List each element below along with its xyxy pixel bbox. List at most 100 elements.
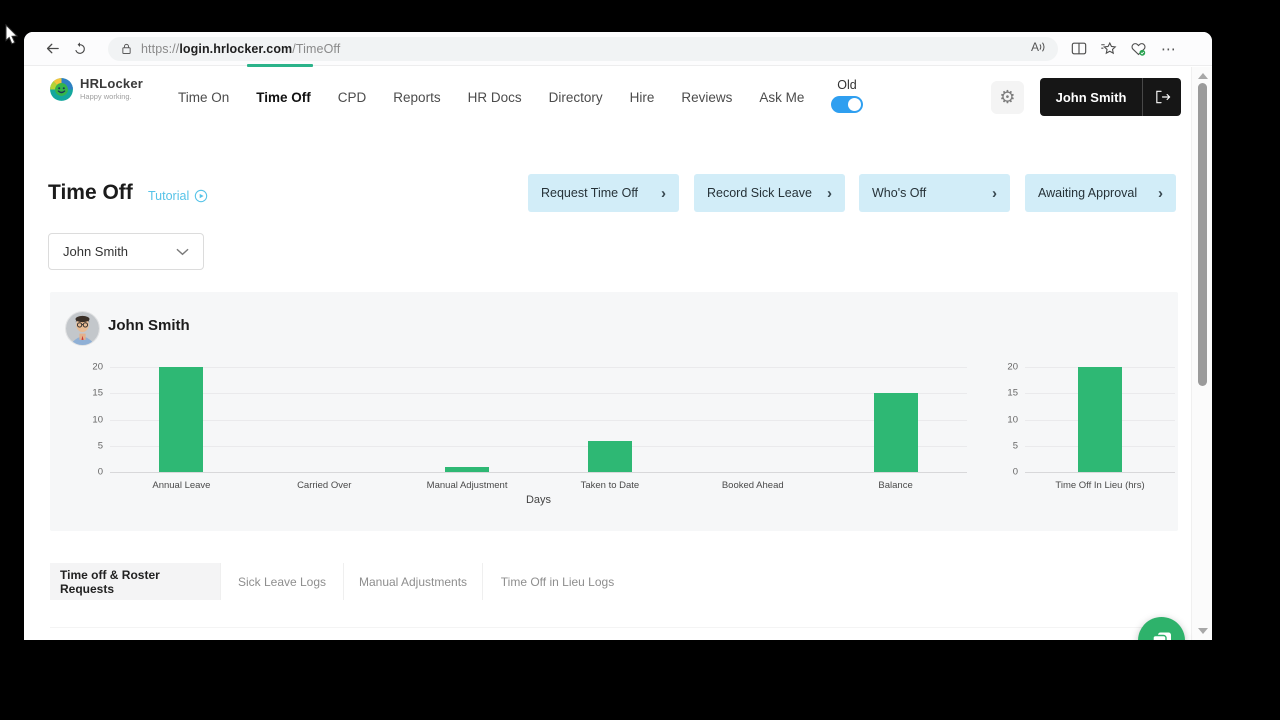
y-axis-tick: 5 <box>1013 440 1018 451</box>
nav-item-reviews[interactable]: Reviews <box>681 90 732 105</box>
logout-icon <box>1154 89 1171 105</box>
screen: https://login.hrlocker.com/TimeOff A <box>0 0 1280 720</box>
old-toggle-label: Old <box>824 78 870 92</box>
category-label-manual-adjustment: Manual Adjustment <box>427 480 508 491</box>
page-loading-bar <box>247 64 313 67</box>
bar-time-off-in-lieu-hrs <box>1078 367 1122 472</box>
nav-item-time-off[interactable]: Time Off <box>256 90 311 105</box>
nav-item-reports[interactable]: Reports <box>393 90 440 105</box>
split-screen-icon[interactable] <box>1071 41 1087 56</box>
logo-tagline: Happy working. <box>80 92 143 101</box>
employee-select-value: John Smith <box>63 244 128 259</box>
settings-button[interactable]: ⚙ <box>991 81 1024 114</box>
back-arrow-icon <box>44 40 61 57</box>
scroll-down-arrow-icon[interactable] <box>1198 628 1208 634</box>
gridline <box>110 420 967 421</box>
category-label-taken-to-date: Taken to Date <box>581 480 640 491</box>
logo-name: HRLocker <box>80 76 143 91</box>
y-axis-tick: 15 <box>1007 388 1018 399</box>
more-menu-icon[interactable]: ⋯ <box>1161 40 1177 58</box>
y-axis-tick: 5 <box>98 440 103 451</box>
record-sick-leave-button[interactable]: Record Sick Leave› <box>694 174 845 212</box>
y-axis-tick: 10 <box>92 414 103 425</box>
chevron-right-icon: › <box>992 185 997 202</box>
employee-summary-panel: John Smith 05101520Annual LeaveCarried O… <box>50 292 1178 531</box>
chevron-right-icon: › <box>661 185 666 202</box>
chevron-right-icon: › <box>827 185 832 202</box>
page-content: HRLocker Happy working. Time On Time Off C… <box>24 66 1212 639</box>
browser-toolbar: https://login.hrlocker.com/TimeOff A <box>24 32 1212 66</box>
summary-employee-name: John Smith <box>108 317 190 334</box>
category-label-carried-over: Carried Over <box>297 480 351 491</box>
tab-sick-leave-logs[interactable]: Sick Leave Logs <box>220 563 343 600</box>
nav-item-directory[interactable]: Directory <box>549 90 603 105</box>
address-bar[interactable]: https://login.hrlocker.com/TimeOff A <box>108 37 1058 61</box>
page-scrollbar[interactable] <box>1191 67 1212 640</box>
employee-avatar <box>66 312 99 345</box>
nav-item-hr-docs[interactable]: HR Docs <box>468 90 522 105</box>
hrlocker-logo-icon <box>48 76 75 103</box>
tab-manual-adjustments[interactable]: Manual Adjustments <box>343 563 482 600</box>
y-axis-tick: 0 <box>98 467 103 478</box>
chevron-right-icon: › <box>1158 185 1163 202</box>
favorites-icon[interactable] <box>1100 41 1117 57</box>
y-axis-tick: 20 <box>1007 362 1018 373</box>
y-axis-tick: 15 <box>92 388 103 399</box>
nav-item-hire[interactable]: Hire <box>630 90 655 105</box>
category-label-booked-ahead: Booked Ahead <box>722 480 784 491</box>
bar-manual-adjustment <box>445 467 489 472</box>
refresh-icon <box>72 41 88 57</box>
chevron-down-icon <box>176 248 189 256</box>
logout-button[interactable] <box>1143 89 1181 105</box>
bar-balance <box>874 393 918 472</box>
read-aloud-icon[interactable]: A <box>1031 40 1046 54</box>
toggle-switch[interactable] <box>831 96 863 113</box>
scrollbar-thumb[interactable] <box>1198 83 1207 386</box>
gridline <box>110 367 967 368</box>
quick-actions: Request Time Off› Record Sick Leave› Who's… <box>24 174 1212 212</box>
url-scheme: https:// <box>141 42 179 56</box>
lock-icon <box>120 42 133 56</box>
time-off-in-lieu-chart: 05101520Time Off In Lieu (hrs) <box>1025 367 1175 473</box>
nav-item-ask-me[interactable]: Ask Me <box>759 90 804 105</box>
hrlocker-logo[interactable]: HRLocker Happy working. <box>48 76 143 103</box>
url-path: /TimeOff <box>292 42 340 56</box>
request-time-off-button[interactable]: Request Time Off› <box>528 174 679 212</box>
tab-time-off-in-lieu-logs[interactable]: Time Off in Lieu Logs <box>482 563 632 600</box>
y-axis-tick: 10 <box>1007 414 1018 425</box>
nav-item-time-on[interactable]: Time On <box>178 90 229 105</box>
gridline <box>110 446 967 447</box>
main-nav: Time On Time Off CPD Reports HR Docs Director… <box>178 66 804 128</box>
y-axis-tick: 0 <box>1013 467 1018 478</box>
scroll-up-arrow-icon[interactable] <box>1198 73 1208 79</box>
mouse-cursor <box>4 24 22 48</box>
user-name-label: John Smith <box>1040 90 1142 105</box>
url-host: login.hrlocker.com <box>179 42 292 56</box>
requests-table-header: TypeStart DateDurationStatusActions <box>50 627 1178 640</box>
bar-taken-to-date <box>588 441 632 473</box>
awaiting-approval-button[interactable]: Awaiting Approval› <box>1025 174 1176 212</box>
gridline <box>110 393 967 394</box>
back-button[interactable] <box>38 35 66 63</box>
tab-time-off-roster-requests[interactable]: Time off & Roster Requests <box>50 563 220 600</box>
toggle-knob <box>848 98 861 111</box>
chat-launcher-button[interactable] <box>1138 617 1185 640</box>
browser-essentials-icon[interactable] <box>1130 41 1147 57</box>
y-axis-tick: 20 <box>92 362 103 373</box>
employee-select[interactable]: John Smith <box>48 233 204 270</box>
chat-bubble-icon <box>1150 629 1174 641</box>
who-s-off-button[interactable]: Who's Off› <box>859 174 1010 212</box>
log-tabs: Time off & Roster RequestsSick Leave Log… <box>50 563 632 600</box>
url-text[interactable]: https://login.hrlocker.com/TimeOff <box>141 42 340 56</box>
refresh-button[interactable] <box>66 35 94 63</box>
category-label-time-off-in-lieu-hrs: Time Off In Lieu (hrs) <box>1055 480 1144 491</box>
nav-item-cpd[interactable]: CPD <box>338 90 367 105</box>
old-version-toggle[interactable]: Old <box>824 78 870 113</box>
x-axis-label: Days <box>526 494 551 506</box>
timeoff-days-chart: 05101520Annual LeaveCarried OverManual A… <box>110 367 967 473</box>
gear-icon: ⚙ <box>999 87 1015 107</box>
user-menu-button[interactable]: John Smith <box>1040 78 1181 116</box>
category-label-balance: Balance <box>878 480 912 491</box>
bar-annual-leave <box>159 367 203 472</box>
category-label-annual-leave: Annual Leave <box>152 480 210 491</box>
